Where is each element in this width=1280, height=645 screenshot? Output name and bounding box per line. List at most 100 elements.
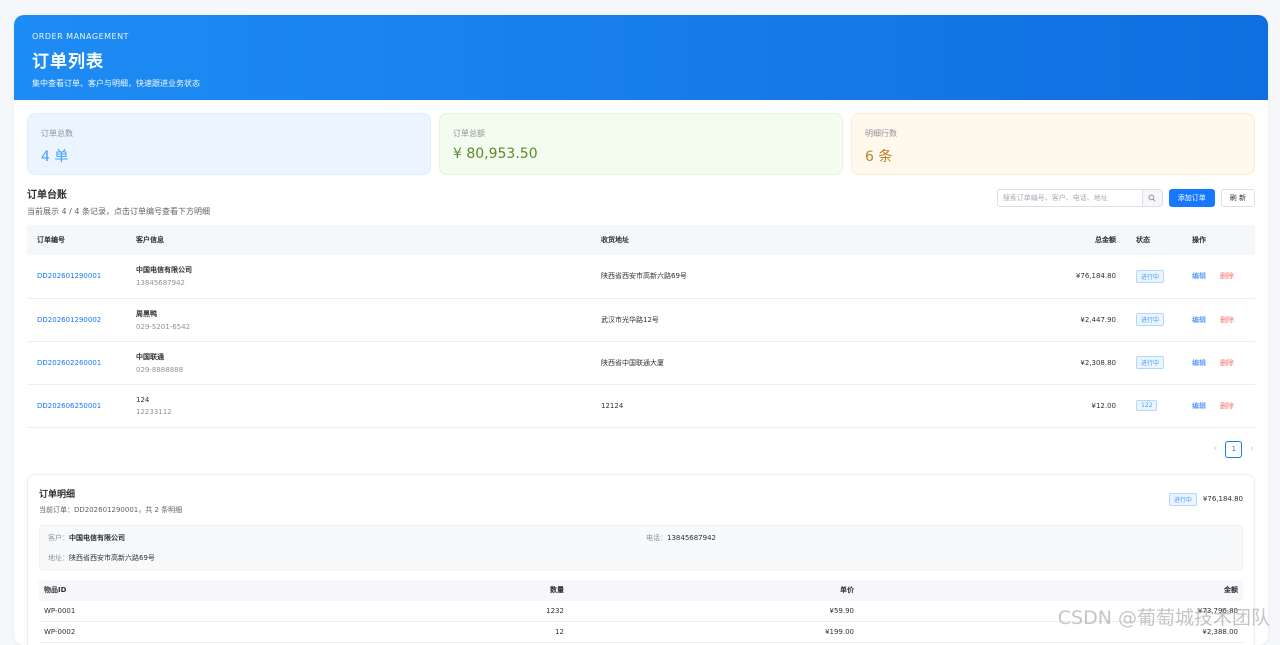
item-amount-cell: ¥2,388.00 bbox=[859, 622, 1243, 643]
address-label: 地址： bbox=[48, 554, 69, 562]
amount-cell: ¥12.00 bbox=[1046, 384, 1126, 427]
item-id-cell: WP-0002 bbox=[39, 622, 329, 643]
amount-cell: ¥76,184.80 bbox=[1046, 255, 1126, 298]
column-header: 客户信息 bbox=[126, 225, 591, 255]
customer-name: 124 bbox=[136, 396, 581, 404]
table-header-row: 订单编号 客户信息 收货地址 总金额 状态 操作 bbox=[27, 225, 1255, 255]
search-icon bbox=[1148, 194, 1156, 202]
item-price-cell: ¥199.00 bbox=[569, 622, 859, 643]
detail-summary: 进行中 ¥76,184.80 bbox=[1169, 493, 1243, 506]
ledger-subtitle: 当前展示 4 / 4 条记录，点击订单编号查看下方明细 bbox=[27, 206, 210, 217]
customer-name: 中国电信有限公司 bbox=[136, 265, 581, 275]
table-header-row: 物品ID 数量 单价 金额 bbox=[39, 580, 1243, 601]
column-header: 状态 bbox=[1126, 225, 1182, 255]
search-button[interactable] bbox=[1142, 190, 1162, 206]
items-table: 物品ID 数量 单价 金额 WP-0001 1232 ¥59.90 ¥73,79… bbox=[39, 580, 1243, 644]
customer-phone: 029-8888888 bbox=[136, 366, 581, 374]
column-header: 订单编号 bbox=[27, 225, 126, 255]
customer-value: 中国电信有限公司 bbox=[69, 534, 125, 542]
page-number-button[interactable]: 1 bbox=[1225, 441, 1242, 458]
customer-info-box: 客户：中国电信有限公司 电话：13845687942 地址：陕西省西安市高新六路… bbox=[39, 525, 1243, 570]
stat-label: 订单总额 bbox=[453, 128, 829, 139]
edit-link[interactable]: 编辑 bbox=[1192, 402, 1206, 410]
pagination: ‹ 1 › bbox=[14, 428, 1268, 462]
table-row: WP-0002 12 ¥199.00 ¥2,388.00 bbox=[39, 622, 1243, 643]
customer-phone: 13845687942 bbox=[136, 279, 581, 287]
refresh-button[interactable]: 刷 新 bbox=[1221, 189, 1255, 207]
ledger-title: 订单台账 bbox=[27, 186, 210, 201]
item-qty-cell: 1232 bbox=[329, 601, 569, 622]
status-badge: 进行中 bbox=[1169, 493, 1197, 506]
delete-link[interactable]: 删除 bbox=[1220, 316, 1234, 324]
column-header: 单价 bbox=[569, 580, 859, 601]
detail-subtitle: 当前订单：DD202601290001，共 2 条明细 bbox=[39, 505, 182, 515]
status-badge: 进行中 bbox=[1136, 356, 1164, 369]
customer-label: 客户： bbox=[48, 534, 69, 542]
address-cell: 陕西省中国联通大厦 bbox=[591, 341, 1046, 384]
add-order-button[interactable]: 添加订单 bbox=[1169, 189, 1215, 207]
order-id-link[interactable]: DD202601290002 bbox=[37, 316, 101, 324]
next-page-icon[interactable]: › bbox=[1250, 444, 1254, 454]
customer-phone: 12233112 bbox=[136, 408, 581, 416]
stat-card-line-count: 明细行数 6 条 bbox=[851, 113, 1255, 175]
order-page: ORDER MANAGEMENT 订单列表 集中查看订单、客户与明细，快速跟进业… bbox=[14, 15, 1268, 645]
customer-name: 中国联通 bbox=[136, 352, 581, 362]
address-value: 陕西省西安市高新六路69号 bbox=[69, 554, 155, 562]
stat-label: 订单总数 bbox=[41, 128, 417, 139]
phone-value: 13845687942 bbox=[667, 534, 716, 542]
status-badge: 进行中 bbox=[1136, 270, 1164, 283]
column-header: 数量 bbox=[329, 580, 569, 601]
table-row: DD202601290002 周黑鸭 029-5201-6542 武汉市光华路12… bbox=[27, 298, 1255, 341]
customer-phone: 029-5201-6542 bbox=[136, 323, 581, 331]
customer-name: 周黑鸭 bbox=[136, 309, 581, 319]
item-price-cell: ¥59.90 bbox=[569, 601, 859, 622]
search-box bbox=[997, 189, 1163, 207]
table-row: DD202606250001 12412233112 12124 ¥12.00 … bbox=[27, 384, 1255, 427]
amount-cell: ¥2,308.80 bbox=[1046, 341, 1126, 384]
table-row: DD202602260001 中国联通 029-8888888 陕西省中国联通大厦… bbox=[27, 341, 1255, 384]
stat-value: 4 单 bbox=[41, 146, 417, 166]
page-subtitle: 集中查看订单、客户与明细，快速跟进业务状态 bbox=[32, 78, 1250, 89]
page-title: 订单列表 bbox=[32, 47, 1250, 72]
order-id-link[interactable]: DD202601290001 bbox=[37, 272, 101, 280]
phone-label: 电话： bbox=[646, 534, 667, 542]
item-id-cell: WP-0001 bbox=[39, 601, 329, 622]
delete-link[interactable]: 删除 bbox=[1220, 402, 1234, 410]
delete-link[interactable]: 删除 bbox=[1220, 272, 1234, 280]
ledger-header: 订单台账 当前展示 4 / 4 条记录，点击订单编号查看下方明细 添加订单 刷 … bbox=[14, 175, 1268, 217]
order-id-link[interactable]: DD202602260001 bbox=[37, 359, 101, 367]
detail-amount: ¥76,184.80 bbox=[1203, 495, 1243, 503]
order-id-link[interactable]: DD202606250001 bbox=[37, 402, 101, 410]
edit-link[interactable]: 编辑 bbox=[1192, 359, 1206, 367]
delete-link[interactable]: 删除 bbox=[1220, 359, 1234, 367]
edit-link[interactable]: 编辑 bbox=[1192, 272, 1206, 280]
column-header: 收货地址 bbox=[591, 225, 1046, 255]
prev-page-icon[interactable]: ‹ bbox=[1214, 444, 1218, 454]
column-header: 金额 bbox=[859, 580, 1243, 601]
status-badge: 进行中 bbox=[1136, 313, 1164, 326]
stat-value: 6 条 bbox=[865, 146, 1241, 166]
column-header: 物品ID bbox=[39, 580, 329, 601]
item-qty-cell: 12 bbox=[329, 622, 569, 643]
stats-row: 订单总数 4 单 订单总额 ¥ 80,953.50 明细行数 6 条 bbox=[14, 100, 1268, 175]
address-cell: 12124 bbox=[591, 384, 1046, 427]
detail-title: 订单明细 bbox=[39, 487, 182, 500]
edit-link[interactable]: 编辑 bbox=[1192, 316, 1206, 324]
orders-table: 订单编号 客户信息 收货地址 总金额 状态 操作 DD202601290001 … bbox=[27, 225, 1255, 428]
toolbar: 添加订单 刷 新 bbox=[997, 189, 1255, 207]
stat-label: 明细行数 bbox=[865, 128, 1241, 139]
status-badge: 122 bbox=[1136, 400, 1157, 411]
item-amount-cell: ¥73,796.80 bbox=[859, 601, 1243, 622]
amount-cell: ¥2,447.90 bbox=[1046, 298, 1126, 341]
column-header: 总金额 bbox=[1046, 225, 1126, 255]
hero-eyebrow: ORDER MANAGEMENT bbox=[32, 32, 1250, 41]
table-row: WP-0001 1232 ¥59.90 ¥73,796.80 bbox=[39, 601, 1243, 622]
address-cell: 陕西省西安市高新六路69号 bbox=[591, 255, 1046, 298]
address-cell: 武汉市光华路12号 bbox=[591, 298, 1046, 341]
detail-header: 订单明细 当前订单：DD202601290001，共 2 条明细 进行中 ¥76… bbox=[39, 487, 1243, 515]
search-input[interactable] bbox=[998, 190, 1142, 206]
stat-value: ¥ 80,953.50 bbox=[453, 146, 829, 162]
hero-banner: ORDER MANAGEMENT 订单列表 集中查看订单、客户与明细，快速跟进业… bbox=[14, 15, 1268, 100]
column-header: 操作 bbox=[1182, 225, 1255, 255]
table-row: DD202601290001 中国电信有限公司 13845687942 陕西省西安… bbox=[27, 255, 1255, 298]
